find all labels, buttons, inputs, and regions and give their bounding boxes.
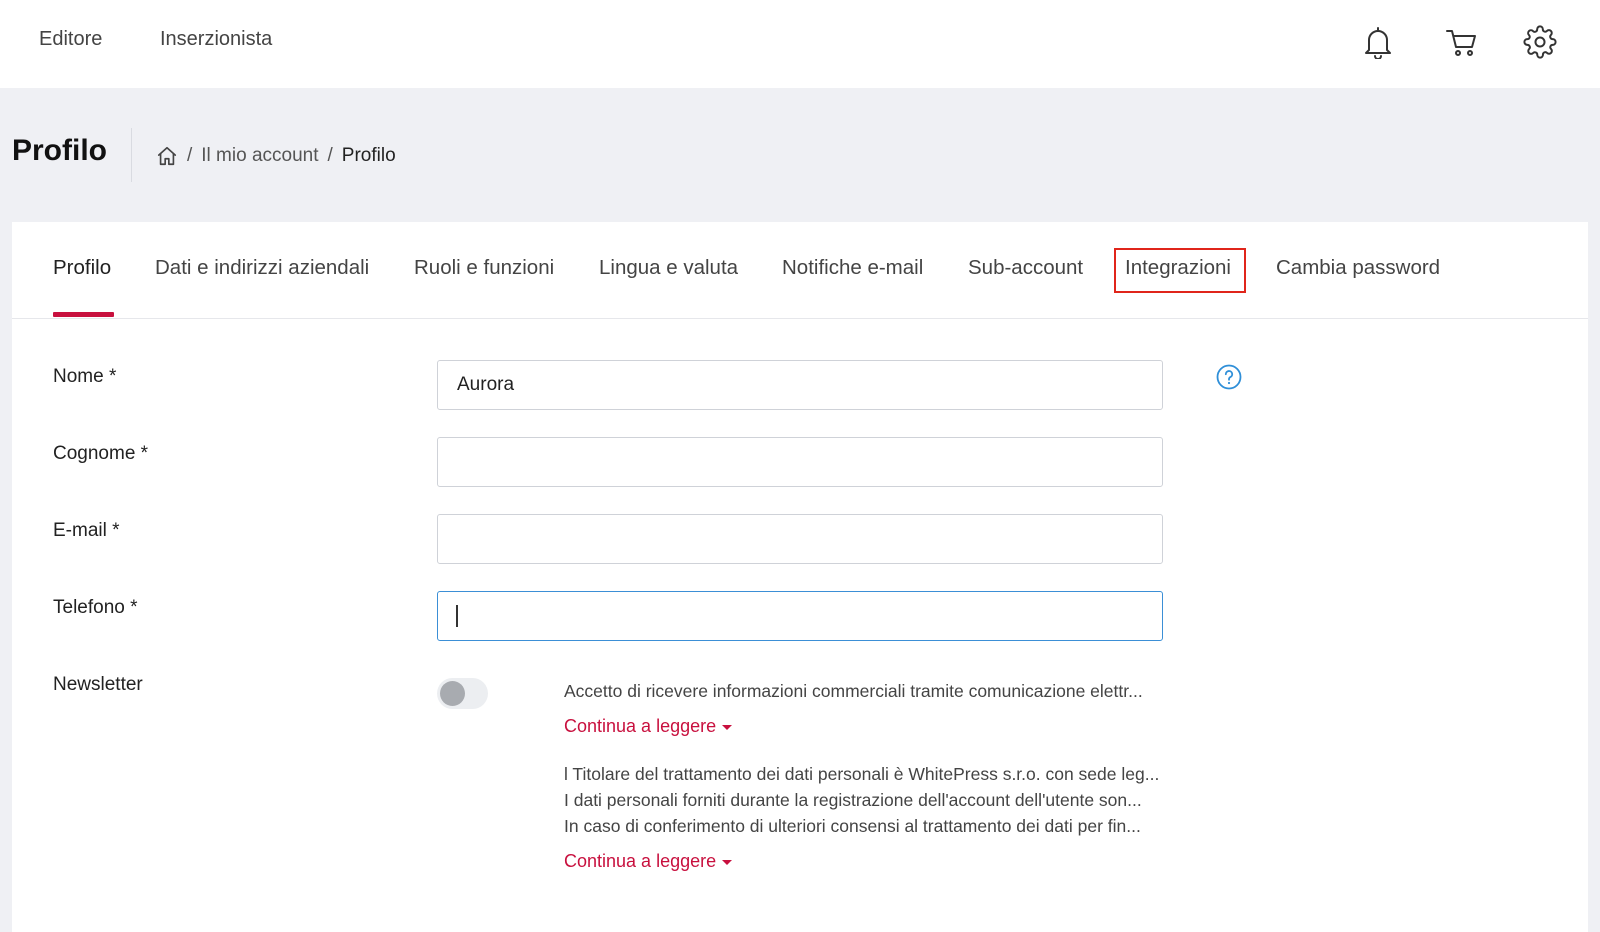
breadcrumb: / Il mio account / Profilo <box>156 142 396 170</box>
newsletter-consent-text: Accetto di ricevere informazioni commerc… <box>564 681 1143 701</box>
caret-down-icon <box>722 859 733 865</box>
newsletter-read-more-link[interactable]: Continua a leggere <box>564 716 733 737</box>
question-circle-icon[interactable] <box>1216 364 1242 390</box>
privacy-text-line: l Titolare del trattamento dei dati pers… <box>564 764 1160 784</box>
newsletter-label: Newsletter <box>53 674 143 695</box>
tab-integrations[interactable]: Integrazioni <box>1125 256 1231 280</box>
breadcrumb-separator: / <box>327 145 333 166</box>
page-title: Profilo <box>12 134 107 167</box>
text-caret <box>456 605 458 627</box>
toggle-knob <box>440 681 465 706</box>
tab-language-currency[interactable]: Lingua e valuta <box>599 256 738 280</box>
breadcrumb-account-link[interactable]: Il mio account <box>201 145 318 167</box>
profile-card: Profilo Dati e indirizzi aziendali Ruoli… <box>12 222 1588 932</box>
email-input[interactable] <box>437 514 1163 564</box>
tab-email-notifications[interactable]: Notifiche e-mail <box>782 256 923 280</box>
tab-change-password[interactable]: Cambia password <box>1276 256 1440 280</box>
phone-label: Telefono * <box>53 597 138 618</box>
nav-editor[interactable]: Editore <box>39 28 102 51</box>
privacy-text-line: I dati personali forniti durante la regi… <box>564 790 1142 810</box>
tab-sub-account[interactable]: Sub-account <box>968 256 1083 280</box>
tab-profile[interactable]: Profilo <box>53 256 111 280</box>
last-name-input[interactable] <box>437 437 1163 487</box>
last-name-label: Cognome * <box>53 443 149 464</box>
nav-advertiser[interactable]: Inserzionista <box>160 28 272 51</box>
newsletter-toggle[interactable] <box>437 678 488 709</box>
read-more-label: Continua a leggere <box>564 716 717 736</box>
bell-icon[interactable] <box>1358 22 1398 62</box>
caret-down-icon <box>722 724 733 730</box>
read-more-label: Continua a leggere <box>564 851 717 871</box>
tab-bar: Profilo Dati e indirizzi aziendali Ruoli… <box>12 222 1588 319</box>
breadcrumb-separator: / <box>187 145 193 166</box>
gear-icon[interactable] <box>1520 22 1560 62</box>
breadcrumb-current: Profilo <box>341 145 396 166</box>
tab-roles[interactable]: Ruoli e funzioni <box>414 256 554 280</box>
active-tab-indicator <box>53 312 114 317</box>
home-icon[interactable] <box>156 145 178 167</box>
tab-company-data[interactable]: Dati e indirizzi aziendali <box>155 256 369 280</box>
top-bar: Editore Inserzionista <box>0 0 1600 88</box>
privacy-text-line: In caso di conferimento di ulteriori con… <box>564 816 1141 836</box>
first-name-label: Nome * <box>53 366 117 387</box>
email-label: E-mail * <box>53 520 120 541</box>
first-name-input[interactable] <box>437 360 1163 410</box>
phone-input[interactable] <box>437 591 1163 641</box>
cart-icon[interactable] <box>1442 22 1482 62</box>
privacy-read-more-link[interactable]: Continua a leggere <box>564 851 733 872</box>
title-divider <box>131 128 132 182</box>
